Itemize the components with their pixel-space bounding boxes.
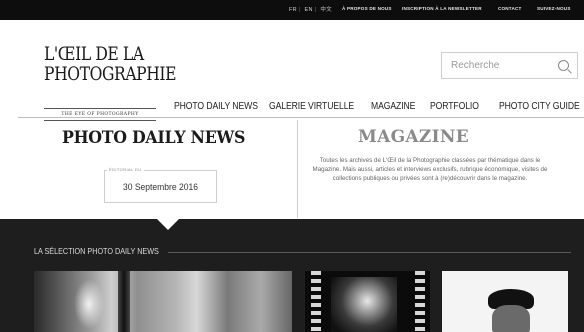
logo-tagline: THE EYE OF PHOTOGRAPHY	[44, 108, 156, 121]
editorial-date: 30 Septembre 2016	[122, 182, 199, 193]
selection-photo-1[interactable]	[34, 271, 292, 332]
selection-title-rule	[168, 252, 571, 253]
nav-portfolio[interactable]: PORTFOLIO	[430, 100, 479, 112]
header-divider	[18, 117, 584, 118]
nav-galerie-virtuelle[interactable]: GALERIE VIRTUELLE	[269, 100, 354, 112]
editorial-date-box[interactable]: ÉDITORIAL DU 30 Septembre 2016	[104, 167, 217, 203]
lang-fr[interactable]: FR	[289, 7, 297, 13]
about-link[interactable]: À PROPOS DE NOUS	[342, 6, 392, 11]
language-switcher: FR | EN | 中文	[289, 7, 332, 13]
lang-zh[interactable]: 中文	[320, 7, 332, 13]
site-logo[interactable]: L'ŒIL DE LA PHOTOGRAPHIE THE EYE OF PHOT…	[44, 43, 205, 121]
editorial-label: ÉDITORIAL DU	[107, 167, 144, 172]
nav-photo-city-guide[interactable]: PHOTO CITY GUIDE	[499, 100, 580, 112]
column-divider	[297, 120, 298, 218]
logo-line-1: L'ŒIL DE LA	[44, 43, 144, 65]
lang-en[interactable]: EN	[305, 7, 313, 13]
daily-news-title[interactable]: PHOTO DAILY NEWS	[62, 128, 245, 148]
selection-photo-3[interactable]	[442, 271, 568, 332]
search-box	[441, 52, 578, 79]
selection-title: LA SÉLECTION PHOTO DAILY NEWS	[34, 246, 159, 256]
selection-photo-2[interactable]	[305, 271, 430, 332]
follow-us-link[interactable]: SUIVEZ-NOUS	[537, 6, 571, 11]
newsletter-link[interactable]: INSCRIPTION À LA NEWSLETTER	[402, 6, 482, 11]
logo-line-2: PHOTOGRAPHIE	[44, 63, 177, 85]
nav-photo-daily-news[interactable]: PHOTO DAILY NEWS	[174, 100, 258, 112]
contact-link[interactable]: CONTACT	[498, 6, 522, 11]
top-bar: FR | EN | 中文 À PROPOS DE NOUS INSCRIPTION …	[0, 0, 584, 20]
magazine-title[interactable]: MAGAZINE	[358, 127, 469, 147]
search-input[interactable]	[451, 58, 551, 73]
nav-magazine[interactable]: MAGAZINE	[371, 100, 415, 112]
search-icon[interactable]	[558, 60, 569, 71]
magazine-description: Toutes les archives de L'Œil de la Photo…	[312, 157, 548, 183]
section-notch	[157, 219, 179, 230]
